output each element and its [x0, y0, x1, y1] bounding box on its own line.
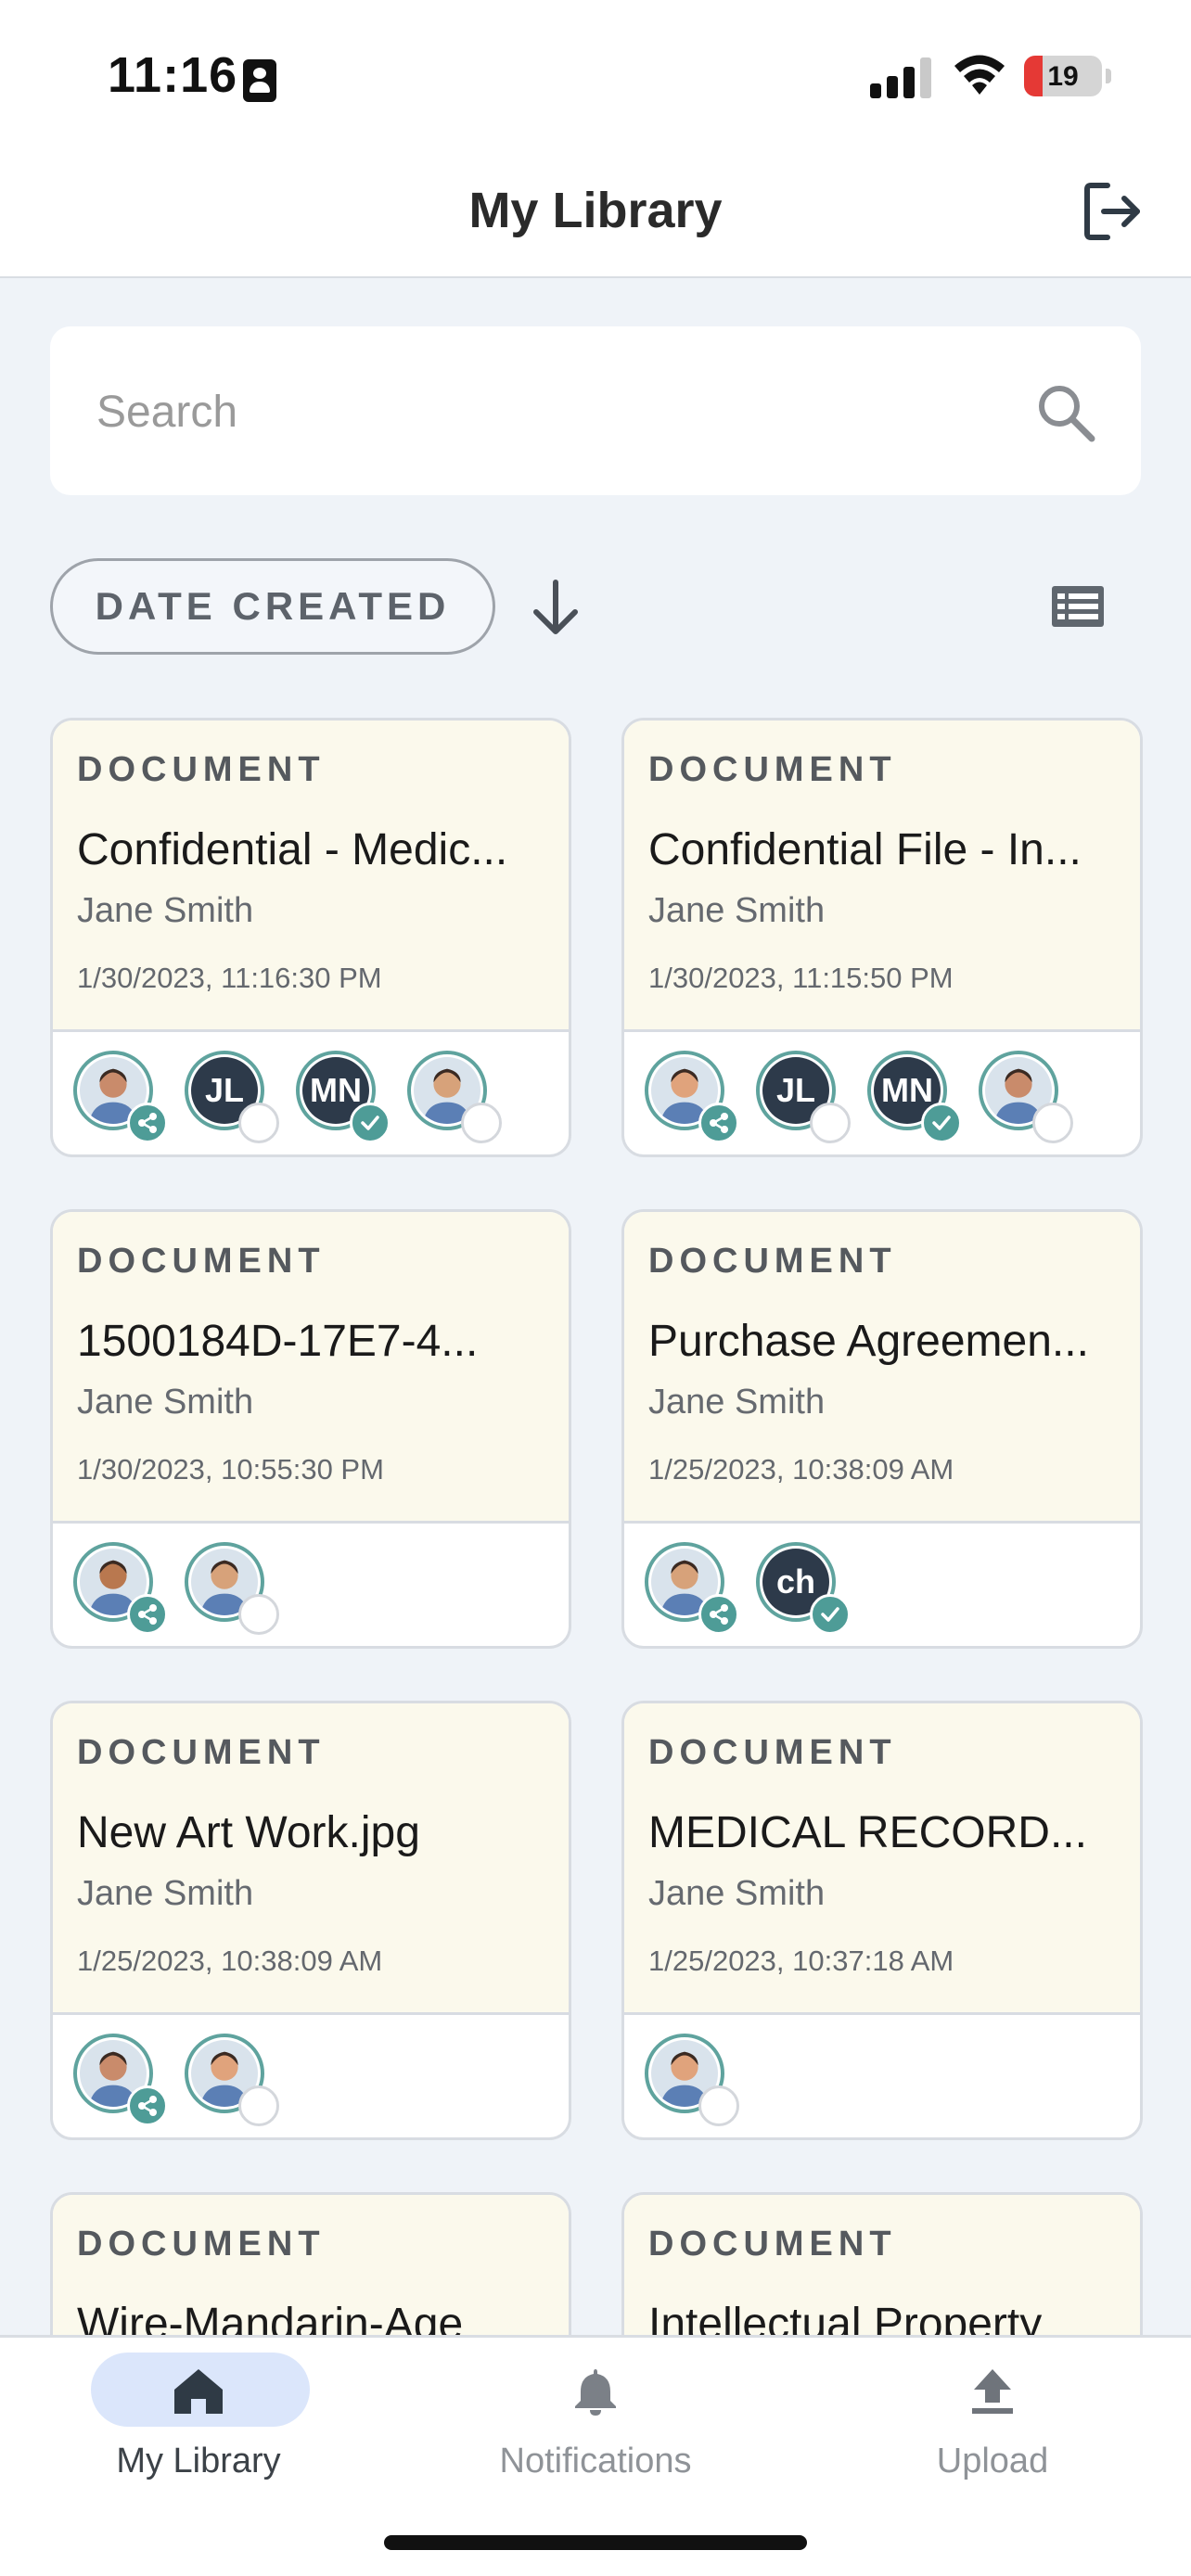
- document-grid: DOCUMENT Confidential - Medic... Jane Smit…: [0, 0, 1191, 2337]
- avatar[interactable]: JL: [756, 1051, 851, 1143]
- check-icon: [921, 1103, 962, 1143]
- card-header: DOCUMENT Confidential - Medic... Jane Smit…: [53, 721, 569, 1032]
- card-header: DOCUMENT 1500184D-17E7-4... Jane Smith 1/30…: [53, 1212, 569, 1524]
- share-icon: [127, 1594, 168, 1635]
- nav-notifications[interactable]: Notifications: [456, 2353, 735, 2501]
- pending-status-icon: [698, 2085, 739, 2126]
- card-title: Wire-Mandarin-Age: [77, 2300, 464, 2337]
- card-type-label: DOCUMENT: [648, 750, 897, 789]
- pending-status-icon: [238, 1103, 279, 1143]
- card-date: 1/30/2023, 11:16:30 PM: [77, 962, 382, 994]
- avatar[interactable]: [645, 1542, 739, 1635]
- avatar[interactable]: [645, 1051, 739, 1143]
- share-icon: [698, 1594, 739, 1635]
- pending-status-icon: [238, 1594, 279, 1635]
- card-owner: Jane Smith: [77, 891, 254, 930]
- card-owner: Jane Smith: [648, 891, 826, 930]
- avatar[interactable]: JL: [185, 1051, 279, 1143]
- card-header: DOCUMENT Wire-Mandarin-Age: [53, 2195, 569, 2337]
- document-card[interactable]: DOCUMENT Wire-Mandarin-Age: [50, 2192, 571, 2337]
- document-card[interactable]: DOCUMENT New Art Work.jpg Jane Smith 1/25/2…: [50, 1701, 571, 2140]
- pending-status-icon: [461, 1103, 502, 1143]
- avatar[interactable]: [73, 1542, 168, 1635]
- check-icon: [350, 1103, 391, 1143]
- home-indicator: [384, 2535, 807, 2550]
- avatar[interactable]: ch: [756, 1542, 851, 1635]
- card-title: 1500184D-17E7-4...: [77, 1317, 479, 1366]
- card-date: 1/25/2023, 10:38:09 AM: [648, 1453, 954, 1486]
- nav-label: Upload: [936, 2442, 1049, 2480]
- card-title: Intellectual Property: [648, 2300, 1043, 2337]
- avatar[interactable]: [185, 2034, 279, 2126]
- document-card[interactable]: DOCUMENT 1500184D-17E7-4... Jane Smith 1/30…: [50, 1209, 571, 1649]
- home-icon: [174, 2369, 223, 2414]
- card-owner: Jane Smith: [77, 1874, 254, 1913]
- share-icon: [127, 1103, 168, 1143]
- card-header: DOCUMENT Confidential File - In... Jane Sm…: [624, 721, 1140, 1032]
- check-icon: [810, 1594, 851, 1635]
- card-owner: Jane Smith: [648, 1874, 826, 1913]
- share-icon: [127, 2085, 168, 2126]
- nav-my-library[interactable]: My Library: [59, 2353, 338, 2501]
- avatar[interactable]: [407, 1051, 502, 1143]
- card-type-label: DOCUMENT: [77, 1733, 326, 1772]
- card-header: DOCUMENT Intellectual Property: [624, 2195, 1140, 2337]
- card-header: DOCUMENT New Art Work.jpg Jane Smith 1/25/2…: [53, 1703, 569, 2015]
- card-title: MEDICAL RECORD...: [648, 1808, 1087, 1857]
- card-date: 1/30/2023, 10:55:30 PM: [77, 1453, 384, 1486]
- document-card[interactable]: DOCUMENT Intellectual Property: [621, 2192, 1143, 2337]
- avatar[interactable]: MN: [296, 1051, 391, 1143]
- share-icon: [698, 1103, 739, 1143]
- card-type-label: DOCUMENT: [77, 2225, 326, 2264]
- card-type-label: DOCUMENT: [648, 2225, 897, 2264]
- card-date: 1/30/2023, 11:15:50 PM: [648, 962, 954, 994]
- avatar[interactable]: MN: [867, 1051, 962, 1143]
- avatar[interactable]: [979, 1051, 1073, 1143]
- card-title: New Art Work.jpg: [77, 1808, 420, 1857]
- card-date: 1/25/2023, 10:38:09 AM: [77, 1945, 383, 1977]
- document-card[interactable]: DOCUMENT Confidential - Medic... Jane Smit…: [50, 718, 571, 1157]
- card-owner: Jane Smith: [77, 1383, 254, 1422]
- card-header: DOCUMENT MEDICAL RECORD... Jane Smith 1/25/…: [624, 1703, 1140, 2015]
- nav-label: My Library: [116, 2442, 281, 2480]
- document-card[interactable]: DOCUMENT Confidential File - In... Jane Sm…: [621, 718, 1143, 1157]
- card-title: Confidential File - In...: [648, 825, 1082, 874]
- card-type-label: DOCUMENT: [77, 750, 326, 789]
- avatar[interactable]: [73, 1051, 168, 1143]
- nav-upload[interactable]: Upload: [853, 2353, 1132, 2501]
- card-owner: Jane Smith: [648, 1383, 826, 1422]
- document-card[interactable]: DOCUMENT MEDICAL RECORD... Jane Smith 1/25/…: [621, 1701, 1143, 2140]
- card-type-label: DOCUMENT: [648, 1242, 897, 1281]
- upload-icon: [972, 2369, 1013, 2414]
- avatar[interactable]: [185, 1542, 279, 1635]
- bell-icon: [575, 2369, 616, 2416]
- card-date: 1/25/2023, 10:37:18 AM: [648, 1945, 954, 1977]
- card-header: DOCUMENT Purchase Agreemen... Jane Smith 1/…: [624, 1212, 1140, 1524]
- pending-status-icon: [810, 1103, 851, 1143]
- avatar[interactable]: [73, 2034, 168, 2126]
- nav-label: Notifications: [499, 2442, 692, 2480]
- pending-status-icon: [238, 2085, 279, 2126]
- card-title: Confidential - Medic...: [77, 825, 508, 874]
- pending-status-icon: [1032, 1103, 1073, 1143]
- document-card[interactable]: DOCUMENT Purchase Agreemen... Jane Smith 1/…: [621, 1209, 1143, 1649]
- avatar[interactable]: [645, 2034, 739, 2126]
- card-type-label: DOCUMENT: [648, 1733, 897, 1772]
- card-title: Purchase Agreemen...: [648, 1317, 1089, 1366]
- card-type-label: DOCUMENT: [77, 1242, 326, 1281]
